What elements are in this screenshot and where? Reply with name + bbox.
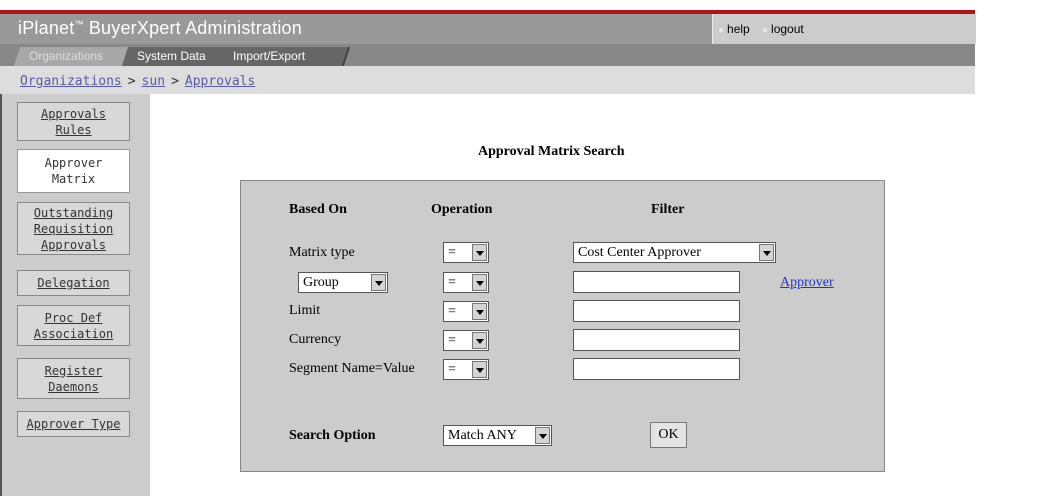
header-operation: Operation [431, 202, 493, 217]
bullet-icon: ● [718, 25, 725, 36]
sidebar-item-label: Outstanding Requisition Approvals [33, 205, 114, 252]
help-bar: ● help ● logout [712, 14, 976, 44]
chevron-down-icon [472, 244, 487, 261]
breadcrumb-sun[interactable]: sun [142, 74, 165, 89]
operation-select-matrix-type[interactable]: = [443, 242, 489, 263]
select-value: Cost Center Approver [578, 245, 701, 260]
app-title: iPlanet™ BuyerXpert Administration [18, 18, 302, 38]
sidebar-item-delegation[interactable]: Delegation [17, 270, 130, 296]
operation-select-limit[interactable]: = [443, 301, 489, 322]
label-matrix-type: Matrix type [289, 245, 355, 260]
sidebar-item-register-daemons[interactable]: Register Daemons [17, 358, 130, 399]
sidebar-item-label: Approver Matrix [44, 156, 103, 186]
app-header: iPlanet™ BuyerXpert Administration ● help… [0, 0, 976, 66]
operation-select-currency[interactable]: = [443, 330, 489, 351]
breadcrumb-approvals[interactable]: Approvals [185, 74, 255, 89]
select-value: = [448, 333, 456, 348]
label-currency: Currency [289, 332, 342, 347]
sidebar-item-label: Delegation [37, 276, 110, 290]
select-value: = [448, 362, 456, 377]
breadcrumb-separator: > [127, 74, 136, 89]
sidebar-item-outstanding-requisition-approvals[interactable]: Outstanding Requisition Approvals [17, 202, 130, 255]
breadcrumb: Organizations > sun > Approvals [0, 66, 975, 94]
chevron-down-icon [759, 244, 774, 261]
select-value: = [448, 275, 456, 290]
select-value: = [448, 245, 456, 260]
currency-filter-input[interactable] [573, 329, 740, 351]
tab-bar: Organizations System Data Import/Export [0, 44, 975, 66]
breadcrumb-separator: > [171, 74, 179, 89]
search-option-select[interactable]: Match ANY [443, 425, 552, 446]
matrix-type-select[interactable]: Cost Center Approver [573, 242, 776, 263]
sidebar-item-label: Register Daemons [44, 363, 103, 394]
operation-select-group[interactable]: = [443, 272, 489, 293]
select-value: = [448, 304, 456, 319]
ok-button[interactable]: OK [650, 422, 687, 448]
search-option-label: Search Option [289, 428, 376, 443]
select-value: Group [303, 275, 339, 290]
search-panel: Based On Operation Filter Matrix type = … [240, 180, 885, 472]
limit-filter-input[interactable] [573, 300, 740, 322]
chevron-down-icon [472, 303, 487, 320]
label-segment-name-value: Segment Name=Value [289, 361, 415, 376]
chevron-down-icon [472, 332, 487, 349]
operation-select-segment[interactable]: = [443, 359, 489, 380]
tab-organizations[interactable]: Organizations [13, 47, 137, 66]
group-filter-input[interactable] [573, 271, 740, 293]
sidebar-item-label: Approvals Rules [40, 106, 107, 137]
chevron-down-icon [472, 274, 487, 291]
based-on-select-group[interactable]: Group [298, 272, 388, 293]
sidebar-item-approvals-rules[interactable]: Approvals Rules [17, 102, 130, 141]
help-link[interactable]: ● help [718, 22, 750, 36]
sidebar-item-label: Proc Def Association [33, 310, 114, 341]
approver-link[interactable]: Approver [780, 275, 834, 291]
sidebar-item-label: Approver Type [26, 417, 121, 431]
page-title: Approval Matrix Search [478, 144, 625, 159]
chevron-down-icon [472, 361, 487, 378]
tab-system-data[interactable]: System Data [121, 47, 233, 66]
label-limit: Limit [289, 303, 321, 318]
sidebar-item-approver-type[interactable]: Approver Type [17, 411, 130, 437]
sidebar: Approvals Rules Approver Matrix Outstand… [0, 94, 150, 496]
title-bar: iPlanet™ BuyerXpert Administration [0, 14, 712, 44]
select-value: Match ANY [448, 428, 517, 443]
chevron-down-icon [371, 274, 386, 291]
header-based-on: Based On [289, 202, 347, 217]
bullet-icon: ● [762, 25, 769, 36]
breadcrumb-organizations[interactable]: Organizations [20, 74, 122, 89]
sidebar-item-proc-def-association[interactable]: Proc Def Association [17, 305, 130, 346]
sidebar-item-approver-matrix[interactable]: Approver Matrix [17, 149, 130, 193]
header-filter: Filter [651, 202, 685, 217]
chevron-down-icon [535, 427, 550, 444]
segment-filter-input[interactable] [573, 358, 740, 380]
tab-import-export[interactable]: Import/Export [217, 47, 351, 66]
logout-link[interactable]: ● logout [762, 22, 804, 36]
